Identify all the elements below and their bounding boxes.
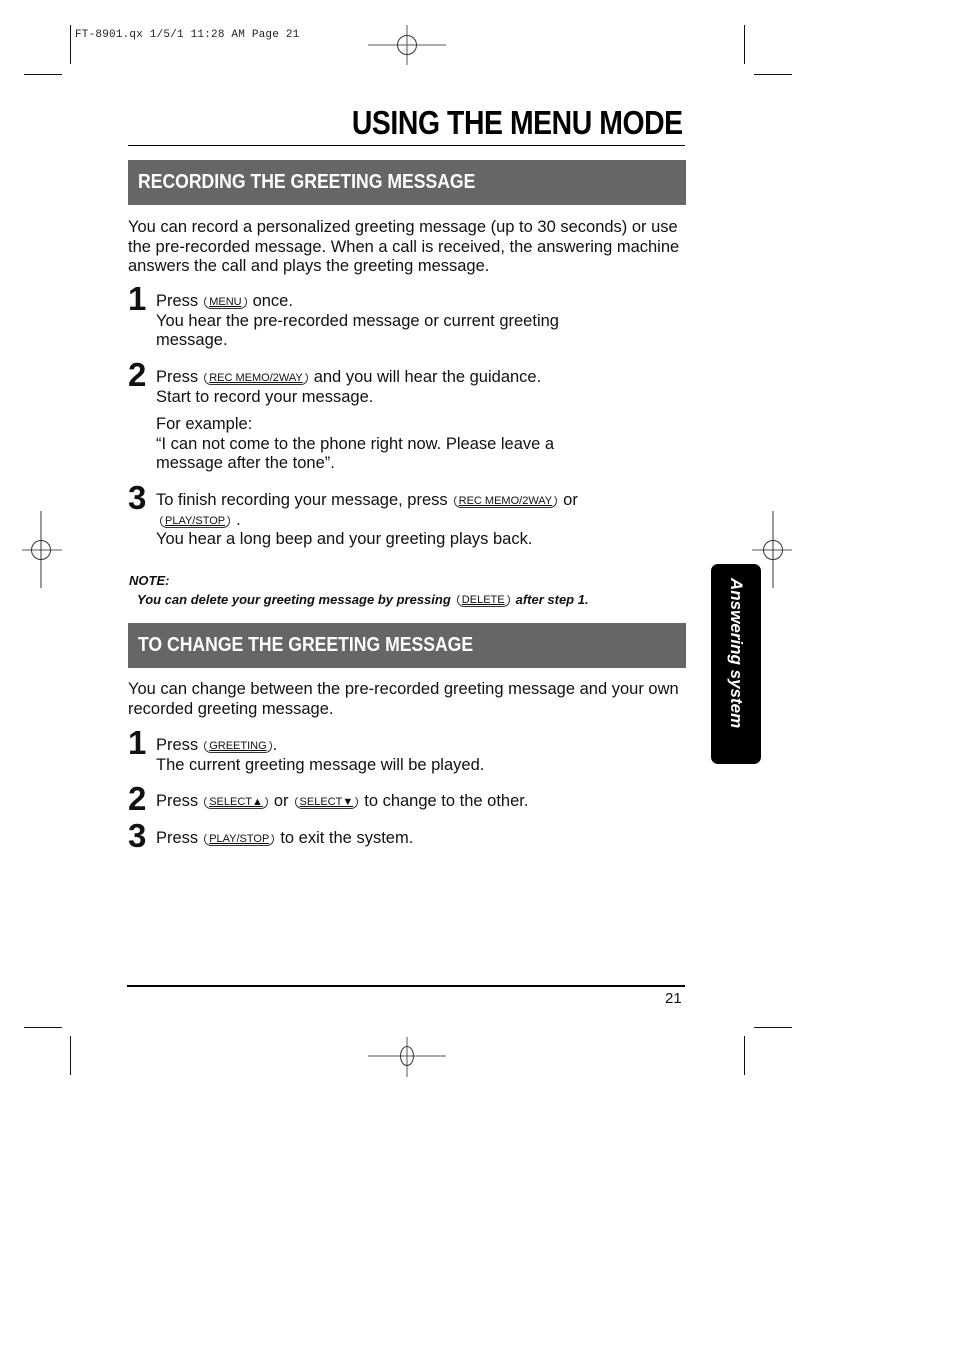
title-rule (128, 145, 685, 146)
step-body: Press PLAY/STOP to exit the system. (156, 829, 696, 849)
footer-rule (127, 985, 685, 987)
section-heading-text: TO CHANGE THE GREETING MESSAGE (138, 634, 474, 656)
step-detail: You hear a long beep and your greeting p… (156, 530, 533, 548)
section-heading-recording: RECORDING THE GREETING MESSAGE (128, 160, 686, 205)
step-text: To finish recording your message, press (156, 491, 448, 509)
registration-mark-icon (22, 511, 62, 588)
note-text-part: after step 1. (515, 592, 589, 607)
play-stop-key: PLAY/STOP (204, 832, 275, 846)
rec-memo-2way-key: REC MEMO/2WAY (453, 494, 558, 508)
crop-mark (70, 25, 71, 64)
step-body: Press SELECT▲ or SELECT▼ to change to the ot… (156, 792, 696, 812)
registration-mark-icon (368, 1037, 446, 1077)
step-number: 2 (128, 780, 147, 817)
step-text: Press (156, 292, 199, 310)
page-title: USING THE MENU MODE (352, 104, 683, 141)
example-label: For example: (156, 415, 253, 433)
crop-mark (754, 1027, 792, 1028)
step-number: 3 (128, 817, 147, 854)
page-number: 21 (665, 990, 682, 1007)
step-text: Press (156, 829, 199, 847)
delete-key: DELETE (456, 593, 510, 607)
crop-mark (70, 1036, 71, 1075)
print-slug: FT-8901.qx 1/5/1 11:28 AM Page 21 (75, 29, 300, 41)
section-intro: You can change between the pre-recorded … (128, 680, 679, 718)
step-number: 1 (128, 280, 147, 317)
step-text: Press (156, 792, 199, 810)
menu-key: MENU (204, 295, 247, 309)
select-down-key: SELECT▼ (294, 795, 359, 809)
step-number: 2 (128, 356, 147, 393)
note-text: You can delete your greeting message by … (137, 592, 589, 608)
select-up-key: SELECT▲ (204, 795, 268, 809)
step-detail: The current greeting message will be pla… (156, 755, 485, 774)
section-intro: You can record a personalized greeting m… (128, 218, 680, 275)
section-heading-change: TO CHANGE THE GREETING MESSAGE (128, 623, 686, 668)
example-text: “I can not come to the phone right now. … (156, 434, 555, 473)
step-text: once. (252, 292, 293, 310)
play-stop-key: PLAY/STOP (160, 513, 231, 528)
step-text: Press (156, 736, 199, 754)
step-text: to exit the system. (280, 829, 414, 847)
step-detail: Start to record your message. (156, 387, 374, 406)
crop-mark (744, 1036, 745, 1075)
crop-mark (754, 74, 792, 75)
registration-mark-icon (368, 25, 446, 65)
step-text: . (236, 510, 241, 529)
note-label: NOTE: (129, 573, 170, 588)
step-text: and you will hear the guidance. (313, 368, 542, 386)
step-text: . (272, 736, 278, 754)
section-heading-text: RECORDING THE GREETING MESSAGE (138, 171, 476, 193)
step-text: Press (156, 368, 199, 386)
note-text-part: You can delete your greeting message by … (137, 592, 451, 607)
crop-mark (24, 74, 62, 75)
crop-mark (24, 1027, 62, 1028)
step-body: Press REC MEMO/2WAY and you will hear the … (156, 368, 696, 474)
step-body: Press GREETING. The current greeting mess… (156, 736, 696, 775)
side-tab-label: Answering system (727, 578, 746, 729)
greeting-key: GREETING (204, 739, 272, 753)
step-text: or (273, 792, 289, 810)
step-number: 3 (128, 479, 147, 516)
step-detail: You hear the pre-recorded message or cur… (156, 311, 559, 350)
step-body: To finish recording your message, press R… (156, 491, 696, 550)
side-tab: Answering system (711, 564, 761, 764)
rec-memo-2way-key: REC MEMO/2WAY (204, 371, 308, 385)
step-body: Press MENU once. You hear the pre-recorded… (156, 292, 696, 351)
step-text: or (563, 491, 578, 509)
crop-mark (744, 25, 745, 64)
step-text: to change to the other. (364, 792, 529, 810)
step-number: 1 (128, 724, 147, 761)
